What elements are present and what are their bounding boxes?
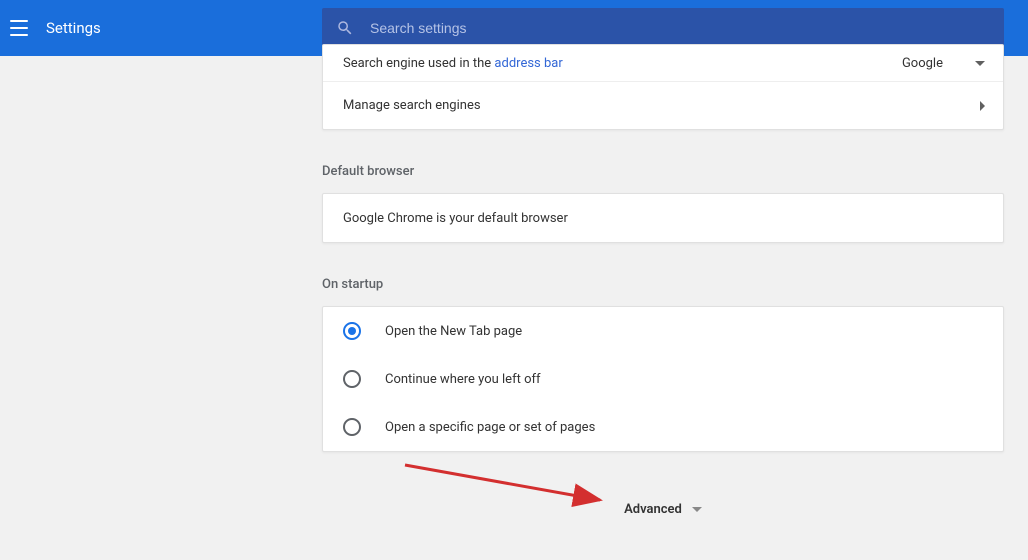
default-browser-section-title: Default browser — [322, 164, 1004, 179]
on-startup-section-title: On startup — [322, 277, 1004, 292]
search-input[interactable] — [370, 20, 990, 36]
advanced-toggle[interactable]: Advanced — [322, 502, 1004, 517]
startup-option-specific-pages[interactable]: Open a specific page or set of pages — [323, 403, 1003, 451]
startup-option-new-tab[interactable]: Open the New Tab page — [323, 307, 1003, 355]
manage-search-engines-label: Manage search engines — [343, 98, 983, 113]
page-title: Settings — [46, 19, 101, 37]
startup-option-label: Open the New Tab page — [385, 324, 522, 339]
radio-icon[interactable] — [343, 418, 361, 436]
search-engine-label: Search engine used in the address bar — [343, 56, 902, 71]
radio-icon[interactable] — [343, 370, 361, 388]
startup-option-label: Open a specific page or set of pages — [385, 420, 595, 435]
advanced-label: Advanced — [624, 502, 682, 517]
address-bar-link[interactable]: address bar — [494, 56, 562, 71]
search-engine-selector-row[interactable]: Search engine used in the address bar Go… — [323, 45, 1003, 81]
chevron-right-icon — [980, 101, 985, 111]
startup-option-continue[interactable]: Continue where you left off — [323, 355, 1003, 403]
search-bar[interactable] — [322, 8, 1004, 49]
search-icon — [336, 19, 354, 37]
default-browser-status: Google Chrome is your default browser — [343, 211, 983, 226]
radio-icon[interactable] — [343, 322, 361, 340]
settings-content: Search engine used in the address bar Go… — [322, 44, 1004, 517]
chevron-down-icon — [975, 61, 985, 66]
default-browser-card: Google Chrome is your default browser — [322, 193, 1004, 243]
search-engine-card: Search engine used in the address bar Go… — [322, 44, 1004, 130]
search-engine-value: Google — [902, 56, 943, 71]
startup-option-label: Continue where you left off — [385, 372, 541, 387]
manage-search-engines-row[interactable]: Manage search engines — [323, 81, 1003, 129]
hamburger-menu-icon[interactable] — [10, 18, 30, 38]
chevron-down-icon — [692, 507, 702, 512]
default-browser-status-row: Google Chrome is your default browser — [323, 194, 1003, 242]
on-startup-card: Open the New Tab page Continue where you… — [322, 306, 1004, 452]
